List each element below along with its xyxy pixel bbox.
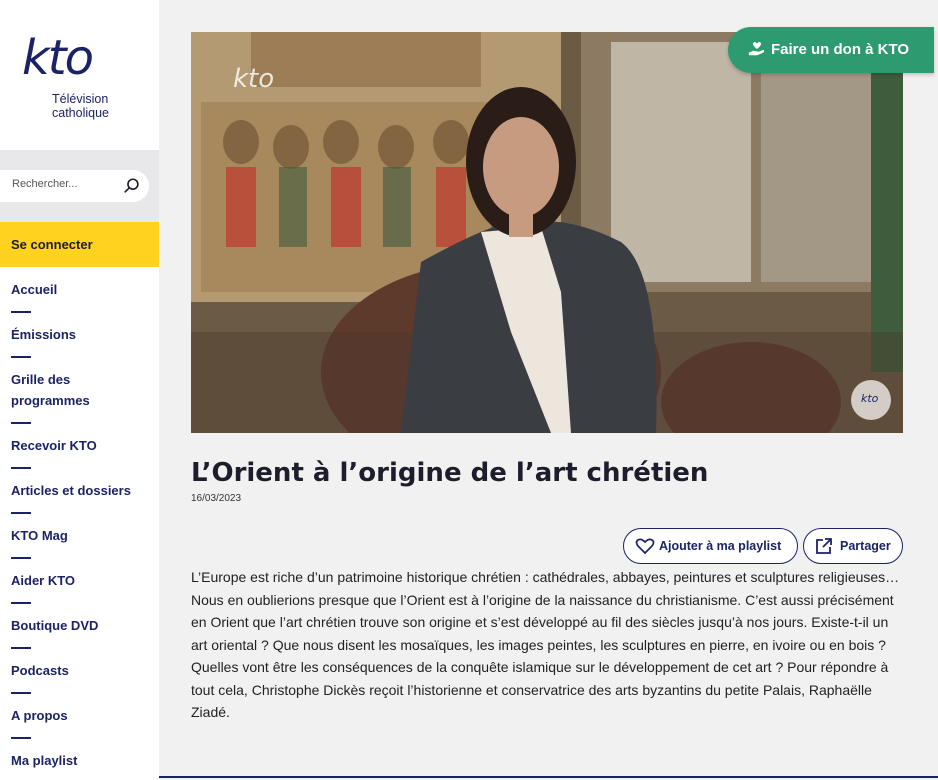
video-player[interactable]: kto kto (191, 32, 903, 433)
nav-item-emissions[interactable]: Émissions (11, 324, 151, 345)
video-watermark: kto (233, 64, 274, 94)
nav-item-playlist[interactable]: Ma playlist (11, 750, 151, 771)
page-title: L’Orient à l’origine de l’art chrétien (191, 458, 709, 488)
nav-divider (11, 557, 31, 559)
login-button[interactable]: Se connecter (0, 222, 159, 267)
nav-item-accueil[interactable]: Accueil (11, 279, 151, 300)
nav-divider (11, 647, 31, 649)
publish-date: 16/03/2023 (191, 493, 242, 504)
nav-divider (11, 356, 31, 358)
search-input[interactable] (12, 178, 112, 190)
nav-divider (11, 602, 31, 604)
tagline-line1: Télévision (52, 92, 109, 106)
nav-divider (11, 311, 31, 313)
article-description: L’Europe est riche d’un patrimoine histo… (191, 569, 900, 720)
nav-item-articles[interactable]: Articles et dossiers (11, 480, 151, 501)
video-frame: kto kto (191, 32, 903, 433)
playlist-label: Ajouter à ma playlist (659, 539, 782, 553)
nav-divider (11, 422, 31, 424)
heart-icon (635, 538, 655, 555)
donate-button[interactable]: Faire un don à KTO (728, 27, 934, 73)
nav-divider (11, 467, 31, 469)
share-button[interactable]: Partager (803, 528, 903, 564)
external-link-icon (816, 538, 832, 554)
nav-divider (11, 737, 31, 739)
donate-label: Faire un don à KTO (771, 41, 910, 58)
logo-wordmark: kto (22, 30, 94, 86)
heart-hand-icon (748, 41, 765, 56)
nav-divider (11, 512, 31, 514)
video-corner-badge: kto (861, 392, 879, 405)
nav-divider (11, 692, 31, 694)
search-box (0, 170, 149, 202)
nav-item-grille[interactable]: Grille des programmes (11, 369, 151, 411)
search-area (0, 150, 159, 222)
add-to-playlist-button[interactable]: Ajouter à ma playlist (623, 528, 798, 564)
search-icon[interactable] (123, 177, 141, 195)
share-label: Partager (840, 539, 891, 553)
nav-item-boutique[interactable]: Boutique DVD (11, 615, 151, 636)
sidebar: kto Télévision catholique Se connecter A… (0, 0, 159, 780)
footer-divider (159, 776, 938, 778)
logo-tagline: Télévision catholique (52, 92, 109, 120)
tagline-line2: catholique (52, 106, 109, 120)
nav-item-kto-mag[interactable]: KTO Mag (11, 525, 151, 546)
kto-logo[interactable]: kto Télévision catholique (22, 34, 132, 124)
nav-item-podcasts[interactable]: Podcasts (11, 660, 151, 681)
nav-item-a-propos[interactable]: A propos (11, 705, 151, 726)
nav-item-recevoir[interactable]: Recevoir KTO (11, 435, 151, 456)
nav-item-aider[interactable]: Aider KTO (11, 570, 151, 591)
